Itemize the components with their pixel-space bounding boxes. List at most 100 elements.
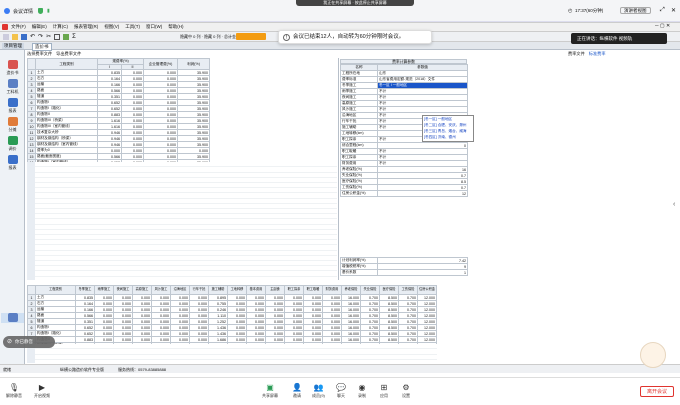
- clock-icon: ◴: [568, 8, 573, 14]
- fullscreen-icon[interactable]: ⤢: [660, 7, 665, 14]
- sidebar-item-5[interactable]: 报表: [1, 155, 24, 171]
- members-icon: 👥: [313, 383, 324, 392]
- bottom-col-header[interactable]: 工程类别: [35, 285, 76, 295]
- chat-button[interactable]: 💬 聊天: [336, 383, 346, 399]
- standard-rate-tab[interactable]: 标准费率: [589, 51, 606, 57]
- sidebar-item-label: 调价: [8, 146, 17, 151]
- menu-item-3[interactable]: 报表管理(R): [74, 24, 98, 30]
- close-window-icon[interactable]: ✕: [671, 7, 676, 14]
- param-row[interactable]: 住房公积金(%) 12: [340, 190, 468, 197]
- unmute-button[interactable]: 🎙 解除静音: [6, 383, 22, 399]
- bottom-col-header[interactable]: 工伤保险: [398, 285, 418, 295]
- window-controls-icon[interactable]: ─ ▢ ✕: [655, 23, 670, 29]
- bottom-col-header[interactable]: 风沙施工: [151, 285, 171, 295]
- col-header-profit[interactable]: 利润(%): [177, 57, 210, 71]
- bottom-col-header[interactable]: 职工探亲: [284, 285, 304, 295]
- meeting-time: 17:37(60分钟): [575, 8, 604, 13]
- calc-icon[interactable]: [63, 34, 70, 40]
- bottom-col-header[interactable]: 施工辅助: [208, 285, 228, 295]
- bottom-col-header[interactable]: 雨季施工: [94, 285, 114, 295]
- sidebar-item-label: 工料机: [6, 89, 19, 94]
- sidebar-item-2[interactable]: 报表: [1, 98, 24, 114]
- undo-icon[interactable]: ↶: [30, 34, 35, 40]
- bottom-col-header[interactable]: 主副食: [265, 285, 285, 295]
- sidebar-icon: [7, 98, 18, 107]
- copy-icon[interactable]: [54, 34, 61, 40]
- bottom-col-header[interactable]: 医疗保险: [379, 285, 399, 295]
- col-header-mgmt-fee[interactable]: 企业管理费(%): [143, 57, 178, 71]
- tab-project[interactable]: 项目管理: [2, 43, 24, 49]
- video-button[interactable]: ▶ 开启视频: [34, 383, 50, 399]
- signal-icon[interactable]: ▮: [47, 8, 50, 14]
- camera-icon: ▶: [38, 383, 46, 392]
- menu-item-7[interactable]: 帮助(H): [168, 24, 183, 30]
- bottom-col-header[interactable]: 沿海地区: [170, 285, 190, 295]
- save-icon[interactable]: [21, 34, 27, 40]
- unmute-label: 解除静音: [6, 393, 22, 398]
- meeting-info-icon[interactable]: [4, 8, 10, 14]
- bottom-col-header[interactable]: 高原施工: [132, 285, 152, 295]
- splitter[interactable]: [338, 58, 339, 280]
- param-name: 基价系数: [340, 269, 378, 276]
- bottom-col-header[interactable]: 职工取暖: [303, 285, 323, 295]
- menu-item-0[interactable]: 文件(F): [11, 24, 26, 30]
- new-file-icon[interactable]: [3, 34, 9, 40]
- leave-meeting-button[interactable]: 离开会议: [640, 386, 674, 397]
- param-footer-row[interactable]: 基价系数 1: [340, 269, 468, 276]
- speaker-view-button[interactable]: 演讲者视图: [620, 7, 651, 14]
- menu-item-1[interactable]: 编辑(E): [32, 24, 47, 30]
- sum-icon[interactable]: Σ: [72, 34, 76, 40]
- bottom-col-header[interactable]: 行车干扰: [189, 285, 209, 295]
- rate-file-tab[interactable]: 费率文件: [568, 51, 585, 57]
- sidebar-item-4[interactable]: 调价: [1, 136, 24, 152]
- meeting-toast: ! 会议已结束12人，自动转为60分钟限时会议。: [278, 30, 432, 44]
- sidebar-item-3[interactable]: 分摊: [1, 117, 24, 133]
- sidebar-item-1[interactable]: 工料机: [1, 79, 24, 95]
- menu-item-6[interactable]: 窗口(W): [146, 24, 162, 30]
- bottom-col-header[interactable]: 工地转移: [227, 285, 247, 295]
- speaker-view-label: 演讲者视图: [624, 8, 647, 13]
- param-value[interactable]: 12: [377, 190, 468, 197]
- open-file-icon[interactable]: [12, 34, 18, 40]
- bottom-col-header[interactable]: 住房公积金: [417, 285, 437, 295]
- menu-item-2[interactable]: 计算(C): [53, 24, 68, 30]
- tab-cost-book[interactable]: 造价书: [32, 43, 52, 51]
- bottom-col-header[interactable]: 财务费用: [322, 285, 342, 295]
- redo-icon[interactable]: ↷: [38, 34, 43, 40]
- calc-button[interactable]: [236, 33, 266, 40]
- row-number-header: [27, 285, 36, 295]
- menu-item-5[interactable]: 工具(T): [125, 24, 140, 30]
- export-rate-file-button[interactable]: 导出费率文件: [56, 51, 81, 57]
- apps-button[interactable]: ⊞ 应用: [380, 383, 388, 399]
- bottom-col-header[interactable]: 夜间施工: [113, 285, 133, 295]
- col-header-category[interactable]: 工程类别: [35, 57, 98, 71]
- invite-button[interactable]: 👤 邀请: [292, 383, 302, 399]
- sidebar-item-rate[interactable]: [1, 313, 24, 323]
- status-ready: 就绪: [3, 367, 11, 372]
- bottom-col-header[interactable]: 基本费用: [246, 285, 266, 295]
- settings-button[interactable]: ⚙ 设置: [402, 383, 410, 399]
- members-button[interactable]: 👥 成员(9): [312, 383, 325, 399]
- app-logo-icon: [2, 24, 8, 30]
- chat-label: 聊天: [336, 393, 345, 398]
- sidebar-item-label: 报表: [8, 165, 17, 170]
- share-banner[interactable]: 我正在共享屏幕 · 按此停止共享屏幕: [296, 0, 414, 6]
- apps-icon: ⊞: [380, 383, 388, 392]
- bottom-table-empty-area: [27, 344, 437, 363]
- right-collapse-icon[interactable]: ‹: [673, 201, 675, 208]
- cut-icon[interactable]: ✂: [46, 34, 51, 40]
- shield-icon[interactable]: [38, 8, 43, 14]
- record-button[interactable]: ◉ 录制: [358, 383, 366, 399]
- bottom-col-header[interactable]: 养老保险: [341, 285, 361, 295]
- bottom-col-header[interactable]: 失业保险: [360, 285, 380, 295]
- share-screen-button[interactable]: ▣ 共享屏幕: [262, 383, 278, 399]
- param-value[interactable]: 1: [377, 269, 468, 276]
- menu-item-4[interactable]: 视图(V): [104, 24, 119, 30]
- bottom-col-header[interactable]: 冬季施工: [75, 285, 95, 295]
- sidebar-item-0[interactable]: 造价书: [1, 60, 24, 76]
- select-rate-file-button[interactable]: 选择费率文件: [27, 51, 52, 57]
- meeting-title[interactable]: 会议详情: [13, 8, 33, 15]
- dropdown-option[interactable]: [冬四区] 济南、德州: [424, 135, 472, 141]
- winter-zone-dropdown[interactable]: [冬一区] 一般地区 [冬二区] 合肥、安庆、滁州 [冬三区] 青岛、烟台、威海 [冬…: [422, 115, 474, 142]
- speaking-text: 正在讲话：纵横软件 视频轨: [577, 36, 633, 41]
